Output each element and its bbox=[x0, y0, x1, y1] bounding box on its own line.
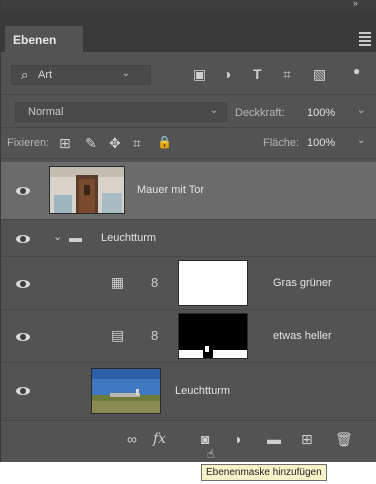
layer-name: etwas heller bbox=[273, 330, 332, 342]
visibility-eye-icon[interactable] bbox=[15, 331, 31, 343]
wall-gate-thumbnail-image bbox=[50, 167, 124, 213]
chain-link-icon[interactable]: 8 bbox=[151, 328, 158, 343]
new-group-icon[interactable]: ▬ bbox=[267, 431, 281, 447]
link-layers-icon[interactable]: ∞ bbox=[127, 431, 137, 447]
opacity-label: Deckkraft: bbox=[235, 107, 285, 119]
hamburger-menu-icon[interactable] bbox=[359, 32, 371, 48]
layer-thumbnail bbox=[49, 166, 125, 214]
mask-shape-image bbox=[179, 314, 247, 358]
type-filter-icon[interactable]: T bbox=[253, 66, 262, 82]
fx-icon[interactable]: fx bbox=[153, 431, 166, 447]
divider bbox=[1, 127, 376, 128]
panel-tab-bar: Ebenen bbox=[1, 12, 376, 52]
lock-label: Fixieren: bbox=[7, 137, 50, 149]
layer-filter-row: ⌕ Art ⌄ ▣ ◑ T ⌗ ▧ ● bbox=[1, 62, 376, 90]
fill-input[interactable]: 100% bbox=[307, 137, 335, 149]
new-adjustment-layer-icon[interactable]: ◑ bbox=[233, 431, 241, 447]
panel-top-strip: » bbox=[1, 0, 376, 12]
delete-layer-icon[interactable]: 🗑 bbox=[335, 431, 353, 448]
lock-all-icon[interactable]: 🔒 bbox=[157, 135, 172, 149]
adjustment-filter-icon[interactable]: ◑ bbox=[223, 66, 231, 82]
shape-filter-icon[interactable]: ⌗ bbox=[283, 66, 291, 83]
chevron-down-icon: ⌄ bbox=[121, 68, 130, 79]
layer-name: Leuchtturm bbox=[101, 232, 157, 244]
chevron-down-icon[interactable]: ⌄ bbox=[53, 230, 62, 243]
filter-kind-value: Art bbox=[38, 69, 53, 81]
layer-name: Gras grüner bbox=[273, 277, 332, 289]
lock-transparent-pixels-icon[interactable]: ⊞ bbox=[59, 135, 71, 152]
search-icon: ⌕ bbox=[21, 67, 29, 82]
blend-mode-value: Normal bbox=[28, 106, 64, 118]
layer-name: Mauer mit Tor bbox=[137, 184, 205, 196]
layer-thumbnail bbox=[91, 368, 161, 414]
visibility-eye-icon[interactable] bbox=[15, 233, 31, 245]
lock-artboard-icon[interactable]: ⌗ bbox=[133, 135, 141, 152]
smart-object-filter-icon[interactable]: ▧ bbox=[313, 66, 326, 83]
tooltip: Ebenenmaske hinzufügen bbox=[201, 464, 327, 481]
lighthouse-thumbnail-image bbox=[92, 369, 160, 413]
chevron-down-icon[interactable]: ⌄ bbox=[357, 105, 365, 116]
folder-icon: ▬ bbox=[69, 230, 82, 245]
new-layer-icon[interactable]: ⊞ bbox=[301, 431, 313, 448]
hue-saturation-icon: ▦ bbox=[111, 274, 125, 290]
blend-mode-select[interactable]: Normal ⌄ bbox=[15, 102, 227, 122]
layer-group-leuchtturm[interactable]: ⌄ ▬ Leuchtturm bbox=[1, 221, 376, 257]
lock-position-icon[interactable]: ✥ bbox=[109, 135, 121, 152]
layer-row-etwas-heller[interactable]: ▤ 8 etwas heller bbox=[1, 311, 376, 363]
layer-mask-thumbnail[interactable] bbox=[178, 313, 248, 359]
layer-name: Leuchtturm bbox=[175, 385, 231, 397]
layers-bottom-toolbar: ∞ fx ◙ ◑ ▬ ⊞ 🗑 ☝ bbox=[1, 420, 376, 462]
blend-row: Normal ⌄ Deckkraft: 100% ⌄ bbox=[1, 100, 376, 124]
divider bbox=[1, 158, 376, 159]
lock-row: Fixieren: ⊞ ✎ ✥ ⌗ 🔒 Fläche: 100% ⌄ bbox=[1, 132, 376, 156]
filter-kind-select[interactable]: ⌕ Art ⌄ bbox=[11, 65, 151, 85]
layer-row-leuchtturm[interactable]: Leuchtturm bbox=[1, 364, 376, 418]
image-filter-icon[interactable]: ▣ bbox=[193, 66, 206, 83]
collapse-panels-icon[interactable]: » bbox=[353, 0, 358, 8]
opacity-input[interactable]: 100% bbox=[307, 107, 335, 119]
filter-toggle-icon[interactable]: ● bbox=[353, 64, 360, 78]
chevron-down-icon: ⌄ bbox=[209, 105, 218, 116]
mouse-cursor-icon: ☝ bbox=[207, 447, 215, 461]
chevron-down-icon[interactable]: ⌄ bbox=[357, 135, 365, 146]
layers-panel: » Ebenen ⌕ Art ⌄ ▣ ◑ T ⌗ ▧ ● Normal ⌄ De… bbox=[0, 0, 376, 462]
chain-link-icon[interactable]: 8 bbox=[151, 275, 158, 290]
lock-image-pixels-icon[interactable]: ✎ bbox=[85, 135, 97, 152]
tab-layers[interactable]: Ebenen bbox=[5, 26, 83, 52]
visibility-eye-icon[interactable] bbox=[15, 385, 31, 397]
levels-icon: ▤ bbox=[111, 327, 125, 343]
layer-row-mauer-mit-tor[interactable]: Mauer mit Tor bbox=[1, 162, 376, 220]
layer-row-gras-gruener[interactable]: ▦ 8 Gras grüner bbox=[1, 258, 376, 310]
visibility-eye-icon[interactable] bbox=[15, 278, 31, 290]
add-layer-mask-icon[interactable]: ◙ bbox=[201, 431, 209, 447]
layer-mask-thumbnail[interactable] bbox=[178, 260, 248, 306]
fill-label: Fläche: bbox=[263, 137, 300, 149]
visibility-eye-icon[interactable] bbox=[15, 185, 31, 197]
divider bbox=[1, 94, 376, 95]
